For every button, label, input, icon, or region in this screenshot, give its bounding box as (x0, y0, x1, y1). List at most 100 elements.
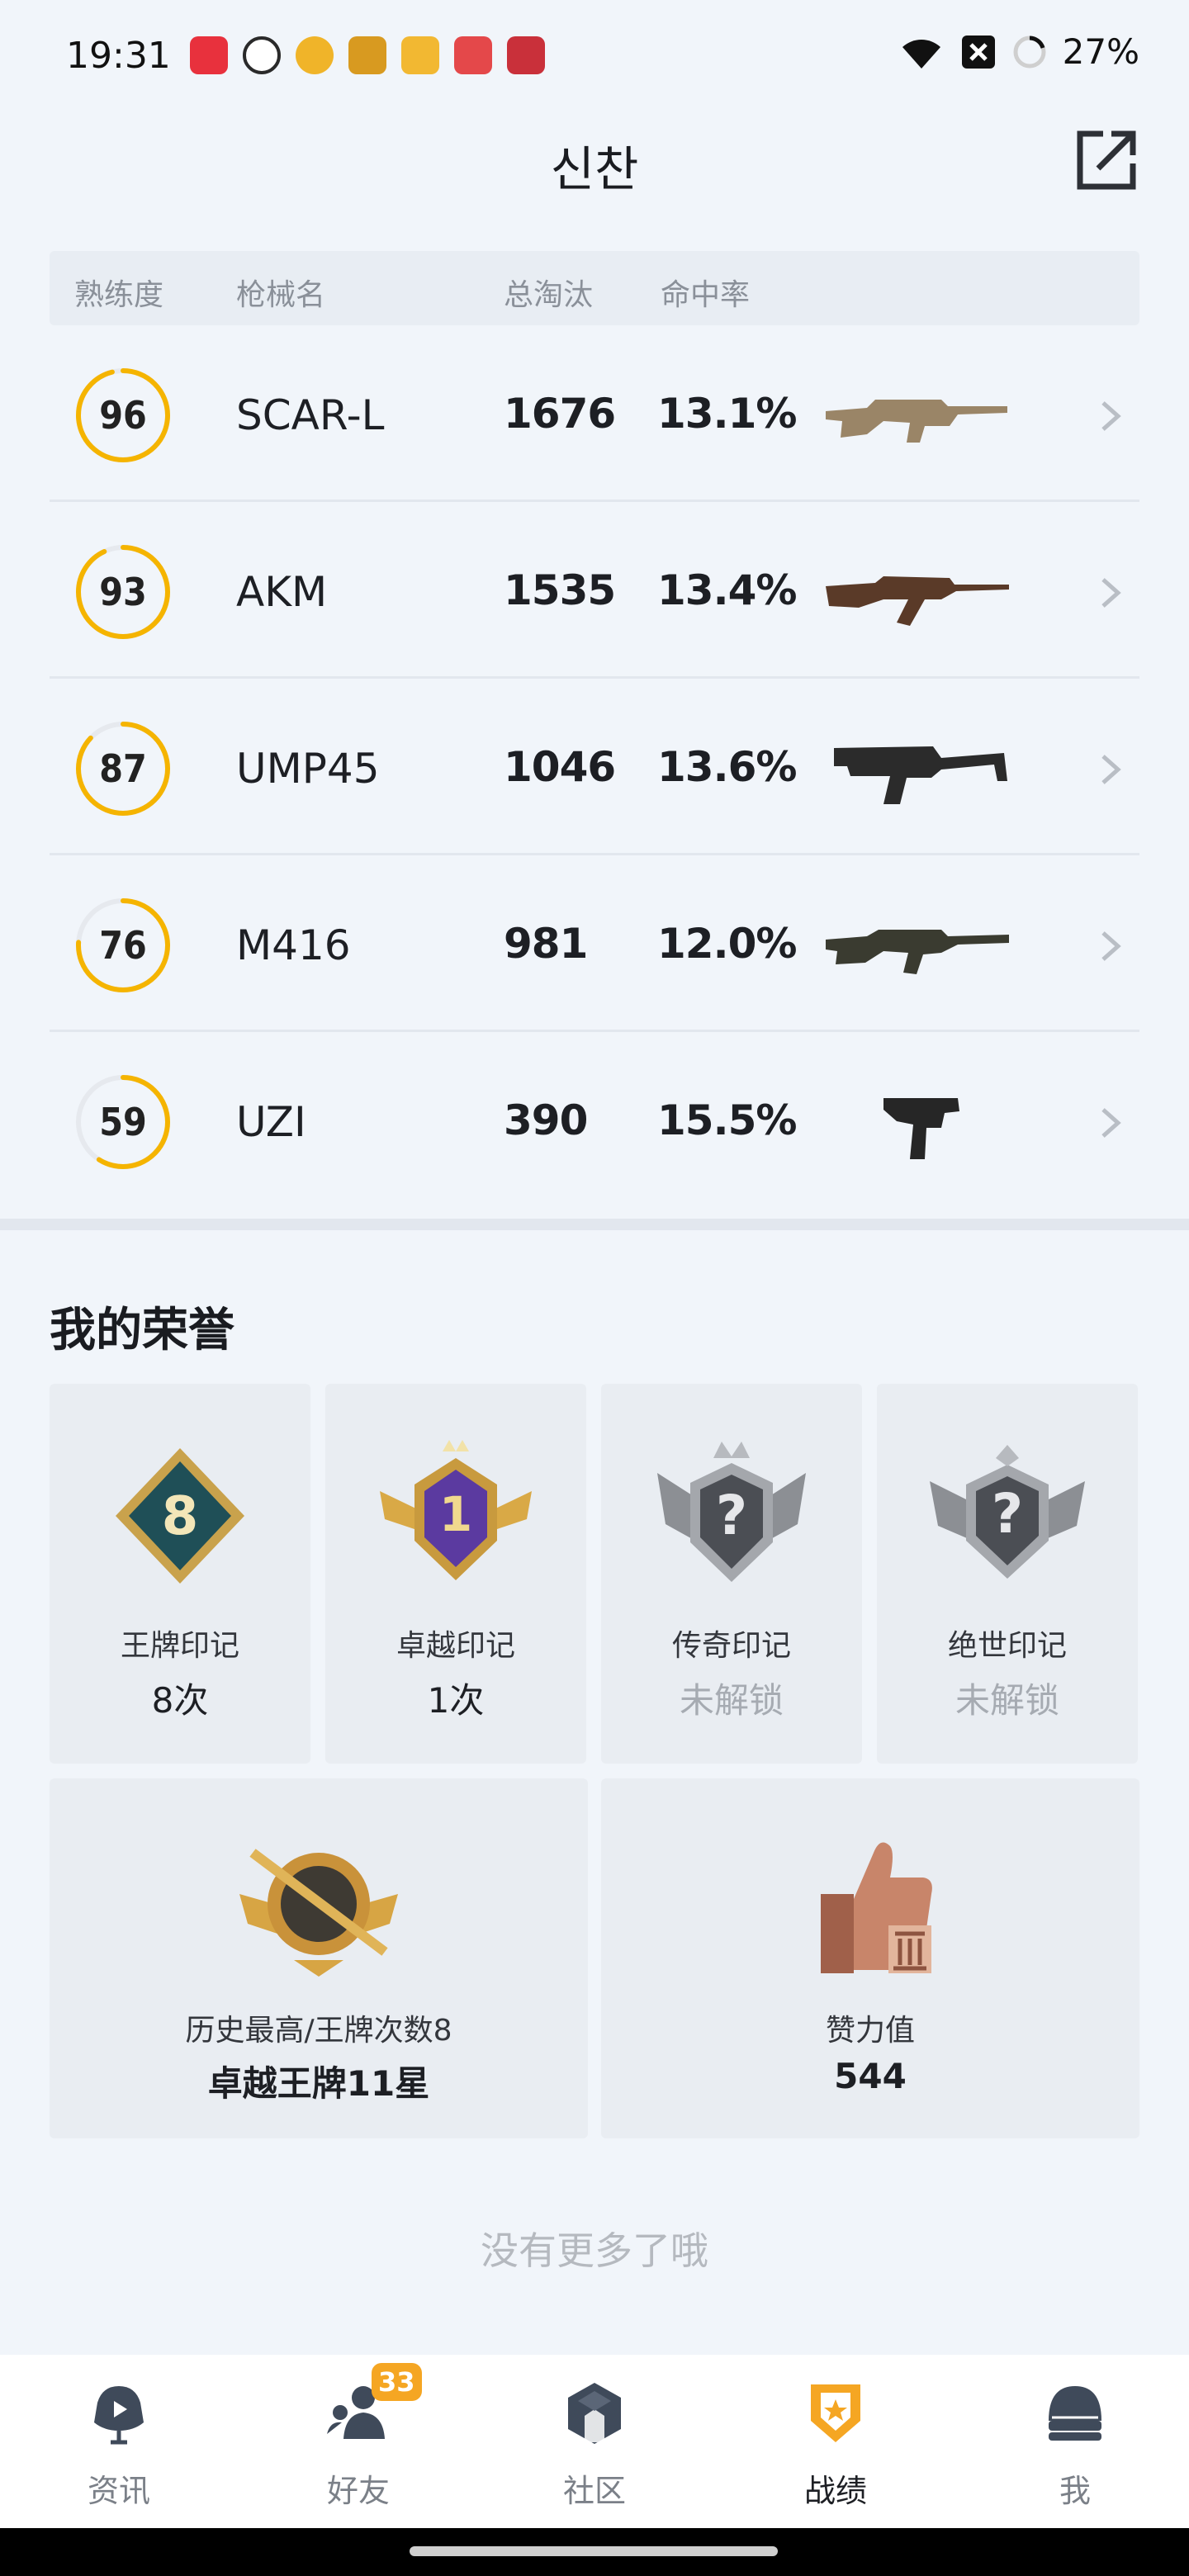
gun-kills: 1535 (504, 566, 616, 614)
weapon-row[interactable]: 87 UMP45 1046 13.6% (50, 679, 1139, 855)
svg-text:8: 8 (162, 1486, 199, 1547)
chevron-right-icon[interactable] (1098, 1105, 1123, 1141)
gun-name: M416 (236, 921, 351, 969)
nav-tab-community[interactable]: 社区 (512, 2379, 677, 2520)
section-divider (0, 1219, 1189, 1230)
col-header-accuracy: 命中率 (661, 278, 751, 312)
weapon-row[interactable]: 93 AKM 1535 13.4% (50, 502, 1139, 679)
ump45-smg-icon (834, 746, 1007, 804)
nav-label: 战绩 (803, 2473, 867, 2509)
record-icon (811, 2384, 860, 2442)
gun-accuracy: 13.1% (657, 390, 797, 438)
col-header-gun-name: 枪械名 (236, 278, 326, 312)
community-icon (568, 2383, 621, 2444)
rank-badge-icon (239, 1849, 398, 1977)
page-title: 신찬 (550, 141, 639, 197)
ace-mark-badge-icon: 8 (116, 1448, 244, 1584)
weapon-table-header: 熟练度 枪械名 总淘汰 命中率 (50, 251, 1139, 325)
gun-silhouette (883, 1098, 959, 1159)
weapon-row[interactable]: 76 M416 981 12.0% (50, 855, 1139, 1032)
honor-card-legend[interactable]: ? 传奇印记 未解锁 (601, 1384, 862, 1764)
share-external-icon[interactable] (1073, 127, 1139, 193)
col-header-proficiency: 熟练度 (74, 278, 164, 312)
svg-text:1: 1 (439, 1486, 472, 1542)
gun-kills: 981 (504, 920, 588, 968)
honor-value: 未解锁 (679, 1680, 784, 1721)
chevron-right-icon[interactable] (1098, 398, 1123, 434)
nav-tab-record[interactable]: 战绩 (753, 2379, 918, 2520)
rank-history-label: 历史最高/王牌次数8 (185, 2014, 452, 2048)
wifi-icon (902, 39, 940, 69)
honor-card-peerless[interactable]: ? 绝世印记 未解锁 (877, 1384, 1138, 1764)
proficiency-value: 87 (99, 746, 147, 791)
sim-disabled-icon (961, 35, 995, 69)
honor-card-ace[interactable]: 8 王牌印记 8次 (50, 1384, 310, 1764)
gun-accuracy: 13.4% (657, 566, 797, 614)
wechat-app-icon (243, 36, 281, 74)
peerless-mark-badge-icon: ? (930, 1445, 1085, 1579)
honor-value: 8次 (151, 1680, 209, 1721)
page-header: 신찬 (0, 107, 1189, 215)
music-app-icon (190, 36, 228, 74)
gun-kills: 1046 (504, 743, 616, 791)
gun-name: AKM (236, 568, 328, 616)
chevron-right-icon[interactable] (1098, 751, 1123, 788)
status-bar: 19:31 27% (0, 0, 1189, 107)
gun-name: SCAR-L (236, 391, 385, 439)
proficiency-value: 96 (99, 393, 147, 438)
app-icon-5 (401, 36, 439, 74)
gun-silhouette (826, 930, 1009, 974)
weapon-row[interactable]: 96 SCAR-L 1676 13.1% (50, 325, 1139, 502)
honor-label: 绝世印记 (947, 1629, 1067, 1663)
video-app-icon (454, 36, 492, 74)
uzi-smg-icon (883, 1098, 959, 1159)
gun-silhouette (826, 400, 1007, 443)
proficiency-value: 59 (99, 1100, 147, 1144)
honor-value: 未解锁 (955, 1680, 1059, 1721)
battery-ring-icon (1013, 36, 1046, 68)
system-gesture-bar (0, 2528, 1189, 2576)
honor-label: 传奇印记 (671, 1629, 791, 1663)
likes-card[interactable]: 赞力值 544 (601, 1778, 1139, 2138)
m416-rifle-icon (826, 930, 1009, 974)
nav-label: 资讯 (87, 2473, 150, 2509)
chevron-right-icon[interactable] (1098, 928, 1123, 964)
gun-accuracy: 13.6% (657, 743, 797, 791)
app-icon-7 (507, 36, 545, 74)
thumbs-up-icon (821, 1842, 932, 1973)
nav-tab-me[interactable]: 我 (992, 2379, 1158, 2520)
gun-kills: 390 (504, 1096, 588, 1144)
excellence-mark-badge-icon: 1 (380, 1440, 532, 1580)
notification-app-icons (190, 36, 545, 74)
gun-name: UMP45 (236, 745, 380, 793)
chevron-right-icon[interactable] (1098, 575, 1123, 611)
home-gesture-handle[interactable] (410, 2546, 778, 2556)
bottom-nav: 资讯 33 好友 社区 战绩 我 (0, 2355, 1189, 2528)
gun-silhouette (826, 576, 1009, 626)
svg-text:?: ? (716, 1484, 747, 1547)
weapon-row[interactable]: 59 UZI 390 15.5% (50, 1032, 1139, 1209)
gun-accuracy: 12.0% (657, 920, 797, 968)
proficiency-value: 93 (99, 570, 147, 614)
rank-history-value: 卓越王牌11星 (207, 2063, 430, 2104)
rank-history-card[interactable]: 历史最高/王牌次数8 卓越王牌11星 (50, 1778, 588, 2138)
app-icon-3 (296, 36, 334, 74)
honor-label: 卓越印记 (396, 1629, 515, 1663)
honor-value: 1次 (427, 1680, 485, 1721)
honor-card-excellence[interactable]: 1 卓越印记 1次 (325, 1384, 586, 1764)
gun-silhouette (834, 746, 1007, 804)
end-of-list-text: 没有更多了哦 (481, 2228, 708, 2273)
nav-tab-friends[interactable]: 33 好友 (276, 2363, 441, 2520)
friends-count-badge: 33 (372, 2363, 422, 2401)
weapon-list: 96 SCAR-L 1676 13.1% 93 AKM 1535 13.4% 8… (50, 325, 1139, 1209)
nav-label: 社区 (562, 2473, 626, 2509)
nav-tab-news[interactable]: 资讯 (36, 2379, 201, 2520)
nav-label: 好友 (326, 2473, 390, 2509)
svg-text:?: ? (992, 1482, 1023, 1546)
proficiency-value: 76 (99, 923, 147, 968)
likes-value: 544 (834, 2056, 907, 2096)
gun-name: UZI (236, 1098, 306, 1146)
battery-percent: 27% (1062, 31, 1139, 72)
status-indicators: 27% (898, 31, 1139, 72)
likes-label: 赞力值 (825, 2014, 915, 2048)
